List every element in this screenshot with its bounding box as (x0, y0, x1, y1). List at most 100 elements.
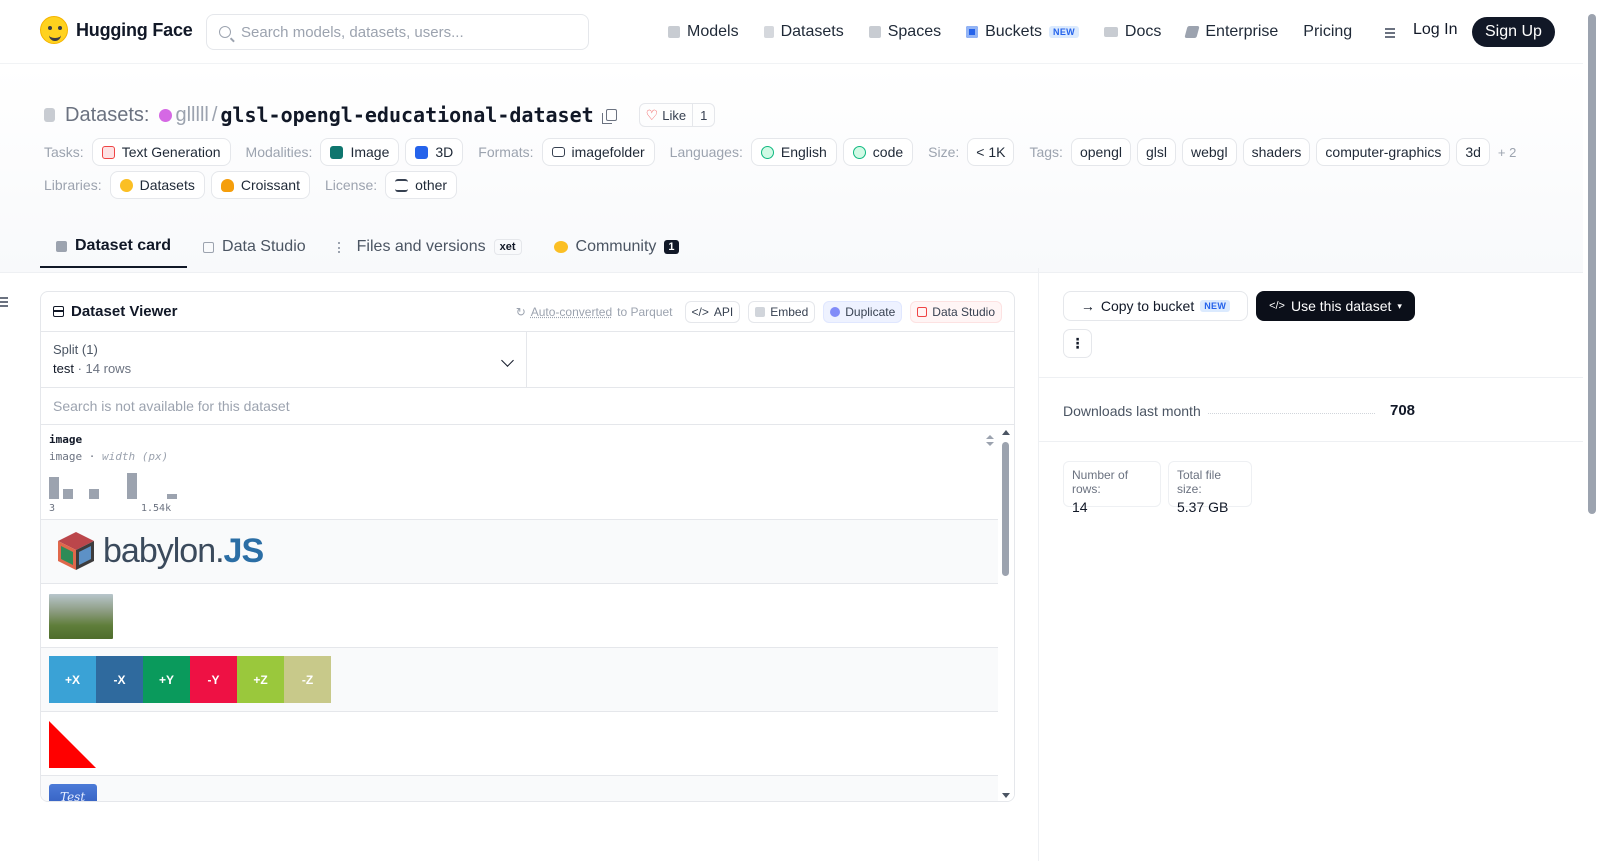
data-studio-label: Data Studio (932, 304, 995, 319)
tag-chip[interactable]: webgl (1182, 138, 1237, 166)
downloads-value: 708 (1390, 402, 1416, 419)
file-size-value: 5.37 GB (1177, 499, 1229, 515)
histogram-bar[interactable] (127, 473, 137, 499)
tag-chip[interactable]: opengl (1070, 138, 1131, 166)
cube-face: +Z (237, 656, 284, 703)
embed-label: Embed (770, 304, 809, 319)
sidebar-toggle-icon[interactable] (0, 297, 10, 307)
table-row[interactable]: +X -X +Y -Y +Z -Z (41, 648, 999, 712)
viewer-actions: ↻ Auto-converted to Parquet </> API Embed… (516, 300, 1002, 323)
use-this-dataset-button[interactable]: </> Use this dataset ▾ (1256, 291, 1415, 321)
page-scrollbar[interactable] (1583, 0, 1600, 861)
nav-datasets[interactable]: Datasets (763, 18, 844, 46)
more-options-icon[interactable]: ⋮ (1063, 329, 1092, 358)
like-button[interactable]: ♡ Like 1 (638, 103, 716, 127)
histogram-bar[interactable] (49, 477, 59, 499)
format-chip[interactable]: imagefolder (541, 138, 655, 166)
library-croissant-chip[interactable]: Croissant (210, 171, 310, 199)
nav-models[interactable]: Models (668, 18, 739, 46)
nav-buckets[interactable]: Buckets NEW (966, 18, 1079, 46)
modality-image-chip[interactable]: Image (320, 138, 400, 166)
data-studio-button[interactable]: Data Studio (910, 300, 1002, 323)
tasks-label: Tasks: (44, 144, 84, 160)
files-icon (337, 241, 349, 253)
tag-chip[interactable]: glsl (1136, 138, 1176, 166)
split-value: test · 14 rows (53, 361, 132, 376)
search-box[interactable] (206, 14, 589, 50)
tab-community-label: Community (575, 238, 657, 255)
signup-button[interactable]: Sign Up (1472, 17, 1555, 47)
file-size-stat: Total file size: 5.37 GB (1168, 461, 1252, 515)
more-tags-link[interactable]: + 2 (1498, 145, 1516, 160)
table-row[interactable]: babylon.JS (41, 520, 999, 584)
nav-enterprise[interactable]: Enterprise (1184, 18, 1278, 46)
more-menu-icon[interactable] (1377, 26, 1396, 38)
scroll-down-arrow-icon[interactable] (1002, 793, 1010, 798)
like-count: 1 (692, 104, 714, 126)
text-generation-icon (101, 145, 115, 159)
heart-icon: ♡ (645, 107, 659, 123)
api-button[interactable]: </> API (684, 300, 741, 323)
sort-icon[interactable] (986, 435, 994, 447)
arrow-right-icon: → (1080, 298, 1095, 314)
croissant-icon (220, 178, 234, 192)
dataset-viewer: Dataset Viewer ↻ Auto-converted to Parqu… (40, 291, 1015, 802)
tag-chip[interactable]: 3d (1456, 138, 1490, 166)
histogram-bar[interactable] (89, 489, 99, 499)
auto-converted-link[interactable]: Auto-converted (531, 305, 612, 319)
tag-chip[interactable]: computer-graphics (1316, 138, 1451, 166)
tab-files-and-versions[interactable]: Files and versions xet (322, 226, 538, 268)
size-chip[interactable]: < 1K (967, 138, 1015, 166)
task-chip[interactable]: Text Generation (91, 138, 231, 166)
split-label: Split (1) (53, 342, 98, 357)
copy-bucket-new-badge: NEW (1200, 300, 1231, 312)
user-avatar (159, 108, 173, 122)
license-chip[interactable]: other (385, 171, 458, 199)
split-selector[interactable]: Split (1) test · 14 rows (41, 332, 527, 387)
scroll-thumb[interactable] (1002, 442, 1009, 576)
language-code-chip[interactable]: code (842, 138, 914, 166)
tags-label: Tags: (1029, 144, 1063, 160)
3d-icon (415, 145, 429, 159)
datasets-crumb[interactable]: Datasets: (65, 104, 149, 127)
modality-3d-chip[interactable]: 3D (405, 138, 464, 166)
duplicate-button[interactable]: Duplicate (823, 300, 903, 323)
repo-owner[interactable]: glllll (175, 104, 208, 127)
chevron-down-icon: ▾ (1397, 300, 1402, 311)
tab-dataset-card[interactable]: Dataset card (40, 226, 188, 268)
nav-spaces[interactable]: Spaces (868, 18, 941, 46)
data-rows: babylon.JS +X -X +Y -Y +Z -Z Test (41, 520, 1014, 801)
login-link[interactable]: Log In (1413, 21, 1457, 39)
nav-pricing[interactable]: Pricing (1303, 18, 1352, 46)
viewer-scrollbar[interactable] (998, 428, 1014, 801)
embed-button[interactable]: Embed (748, 300, 816, 323)
hugging-face-logo-icon (40, 16, 68, 44)
test-texture-image: Test (49, 784, 97, 801)
tab-community[interactable]: Community 1 (538, 226, 695, 268)
table-row[interactable] (41, 712, 999, 776)
viewer-header: Dataset Viewer ↻ Auto-converted to Parqu… (41, 292, 1014, 332)
repo-title-row: Datasets: glllll / glsl-opengl-education… (44, 100, 716, 130)
histogram-bar[interactable] (167, 494, 177, 499)
tag-label: computer-graphics (1325, 144, 1442, 160)
scroll-up-arrow-icon[interactable] (1002, 430, 1010, 435)
divider (1039, 377, 1583, 378)
tag-chip[interactable]: shaders (1242, 138, 1311, 166)
histogram-bar[interactable] (63, 489, 73, 499)
library-datasets-chip[interactable]: Datasets (109, 171, 205, 199)
repo-name[interactable]: glsl-opengl-educational-dataset (220, 103, 593, 127)
tab-data-studio[interactable]: Data Studio (187, 226, 322, 268)
copy-to-bucket-button[interactable]: → Copy to bucket NEW (1063, 291, 1248, 321)
nav-docs[interactable]: Docs (1103, 18, 1161, 46)
home-logo[interactable]: Hugging Face (40, 16, 193, 44)
search-input[interactable] (241, 23, 561, 41)
page-scroll-thumb[interactable] (1588, 14, 1596, 514)
format-label: imagefolder (571, 144, 645, 160)
copy-icon[interactable] (601, 109, 617, 124)
table-row[interactable]: Test (41, 776, 999, 801)
table-row[interactable] (41, 584, 999, 648)
language-english-chip[interactable]: English (750, 138, 837, 166)
cube-face: -X (96, 656, 143, 703)
tag-label: opengl (1079, 144, 1122, 160)
community-icon (553, 241, 568, 253)
